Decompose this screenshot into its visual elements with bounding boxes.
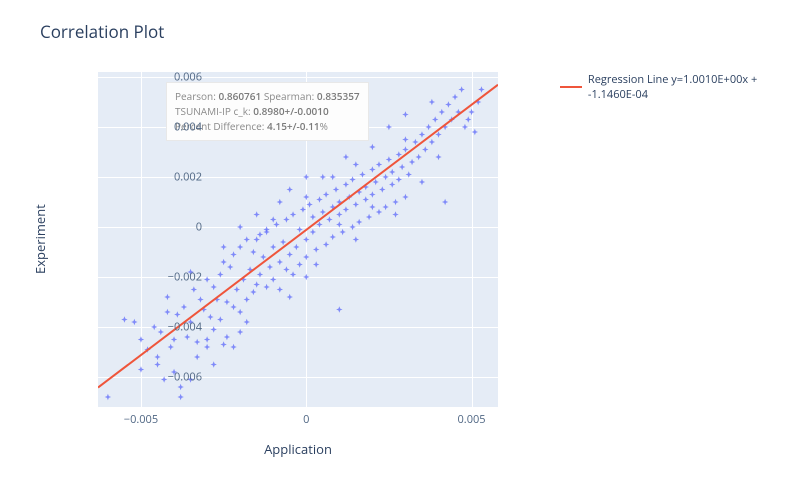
page-title: Correlation Plot: [40, 20, 164, 43]
y-tick: 0.004: [152, 120, 202, 135]
legend[interactable]: Regression Line y=1.0010E+00x + -1.1460E…: [560, 72, 800, 102]
y-axis-label: Experiment: [30, 72, 50, 407]
x-tick: 0.005: [458, 412, 486, 427]
y-tick: 0.002: [152, 170, 202, 185]
y-tick: −0.004: [152, 320, 202, 335]
legend-label: Regression Line y=1.0010E+00x + -1.1460E…: [588, 72, 800, 102]
y-tick: −0.006: [152, 370, 202, 385]
x-axis-label: Application: [98, 440, 498, 458]
chart-container: Pearson: 0.860761 Spearman: 0.835357 TSU…: [40, 70, 550, 470]
y-tick: −0.002: [152, 270, 202, 285]
legend-swatch: [560, 86, 582, 88]
x-tick: −0.005: [124, 412, 158, 427]
x-tick: 0: [303, 412, 309, 427]
y-tick: 0.006: [152, 70, 202, 85]
y-tick: 0: [152, 220, 202, 235]
